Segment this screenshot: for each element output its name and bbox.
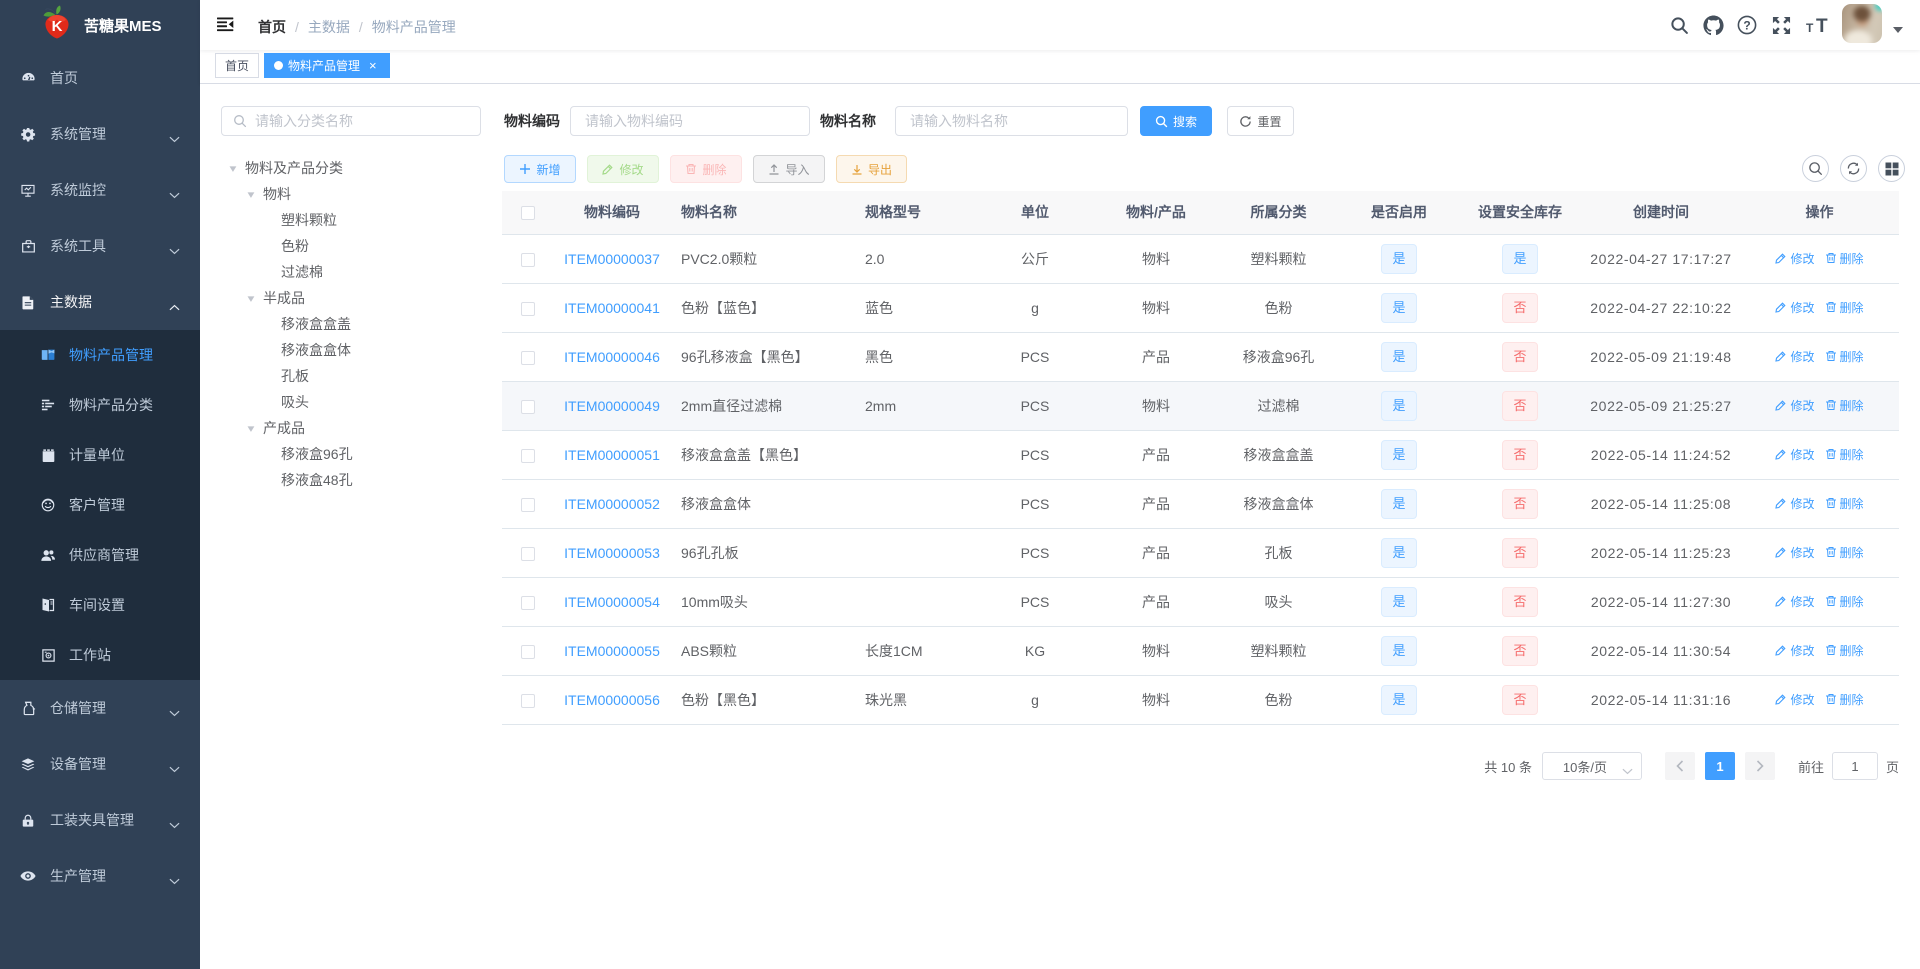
svg-text:?: ? (1743, 18, 1750, 32)
svg-text:T: T (1806, 21, 1814, 35)
svg-text:T: T (1816, 16, 1828, 36)
svg-text:K: K (52, 18, 63, 35)
